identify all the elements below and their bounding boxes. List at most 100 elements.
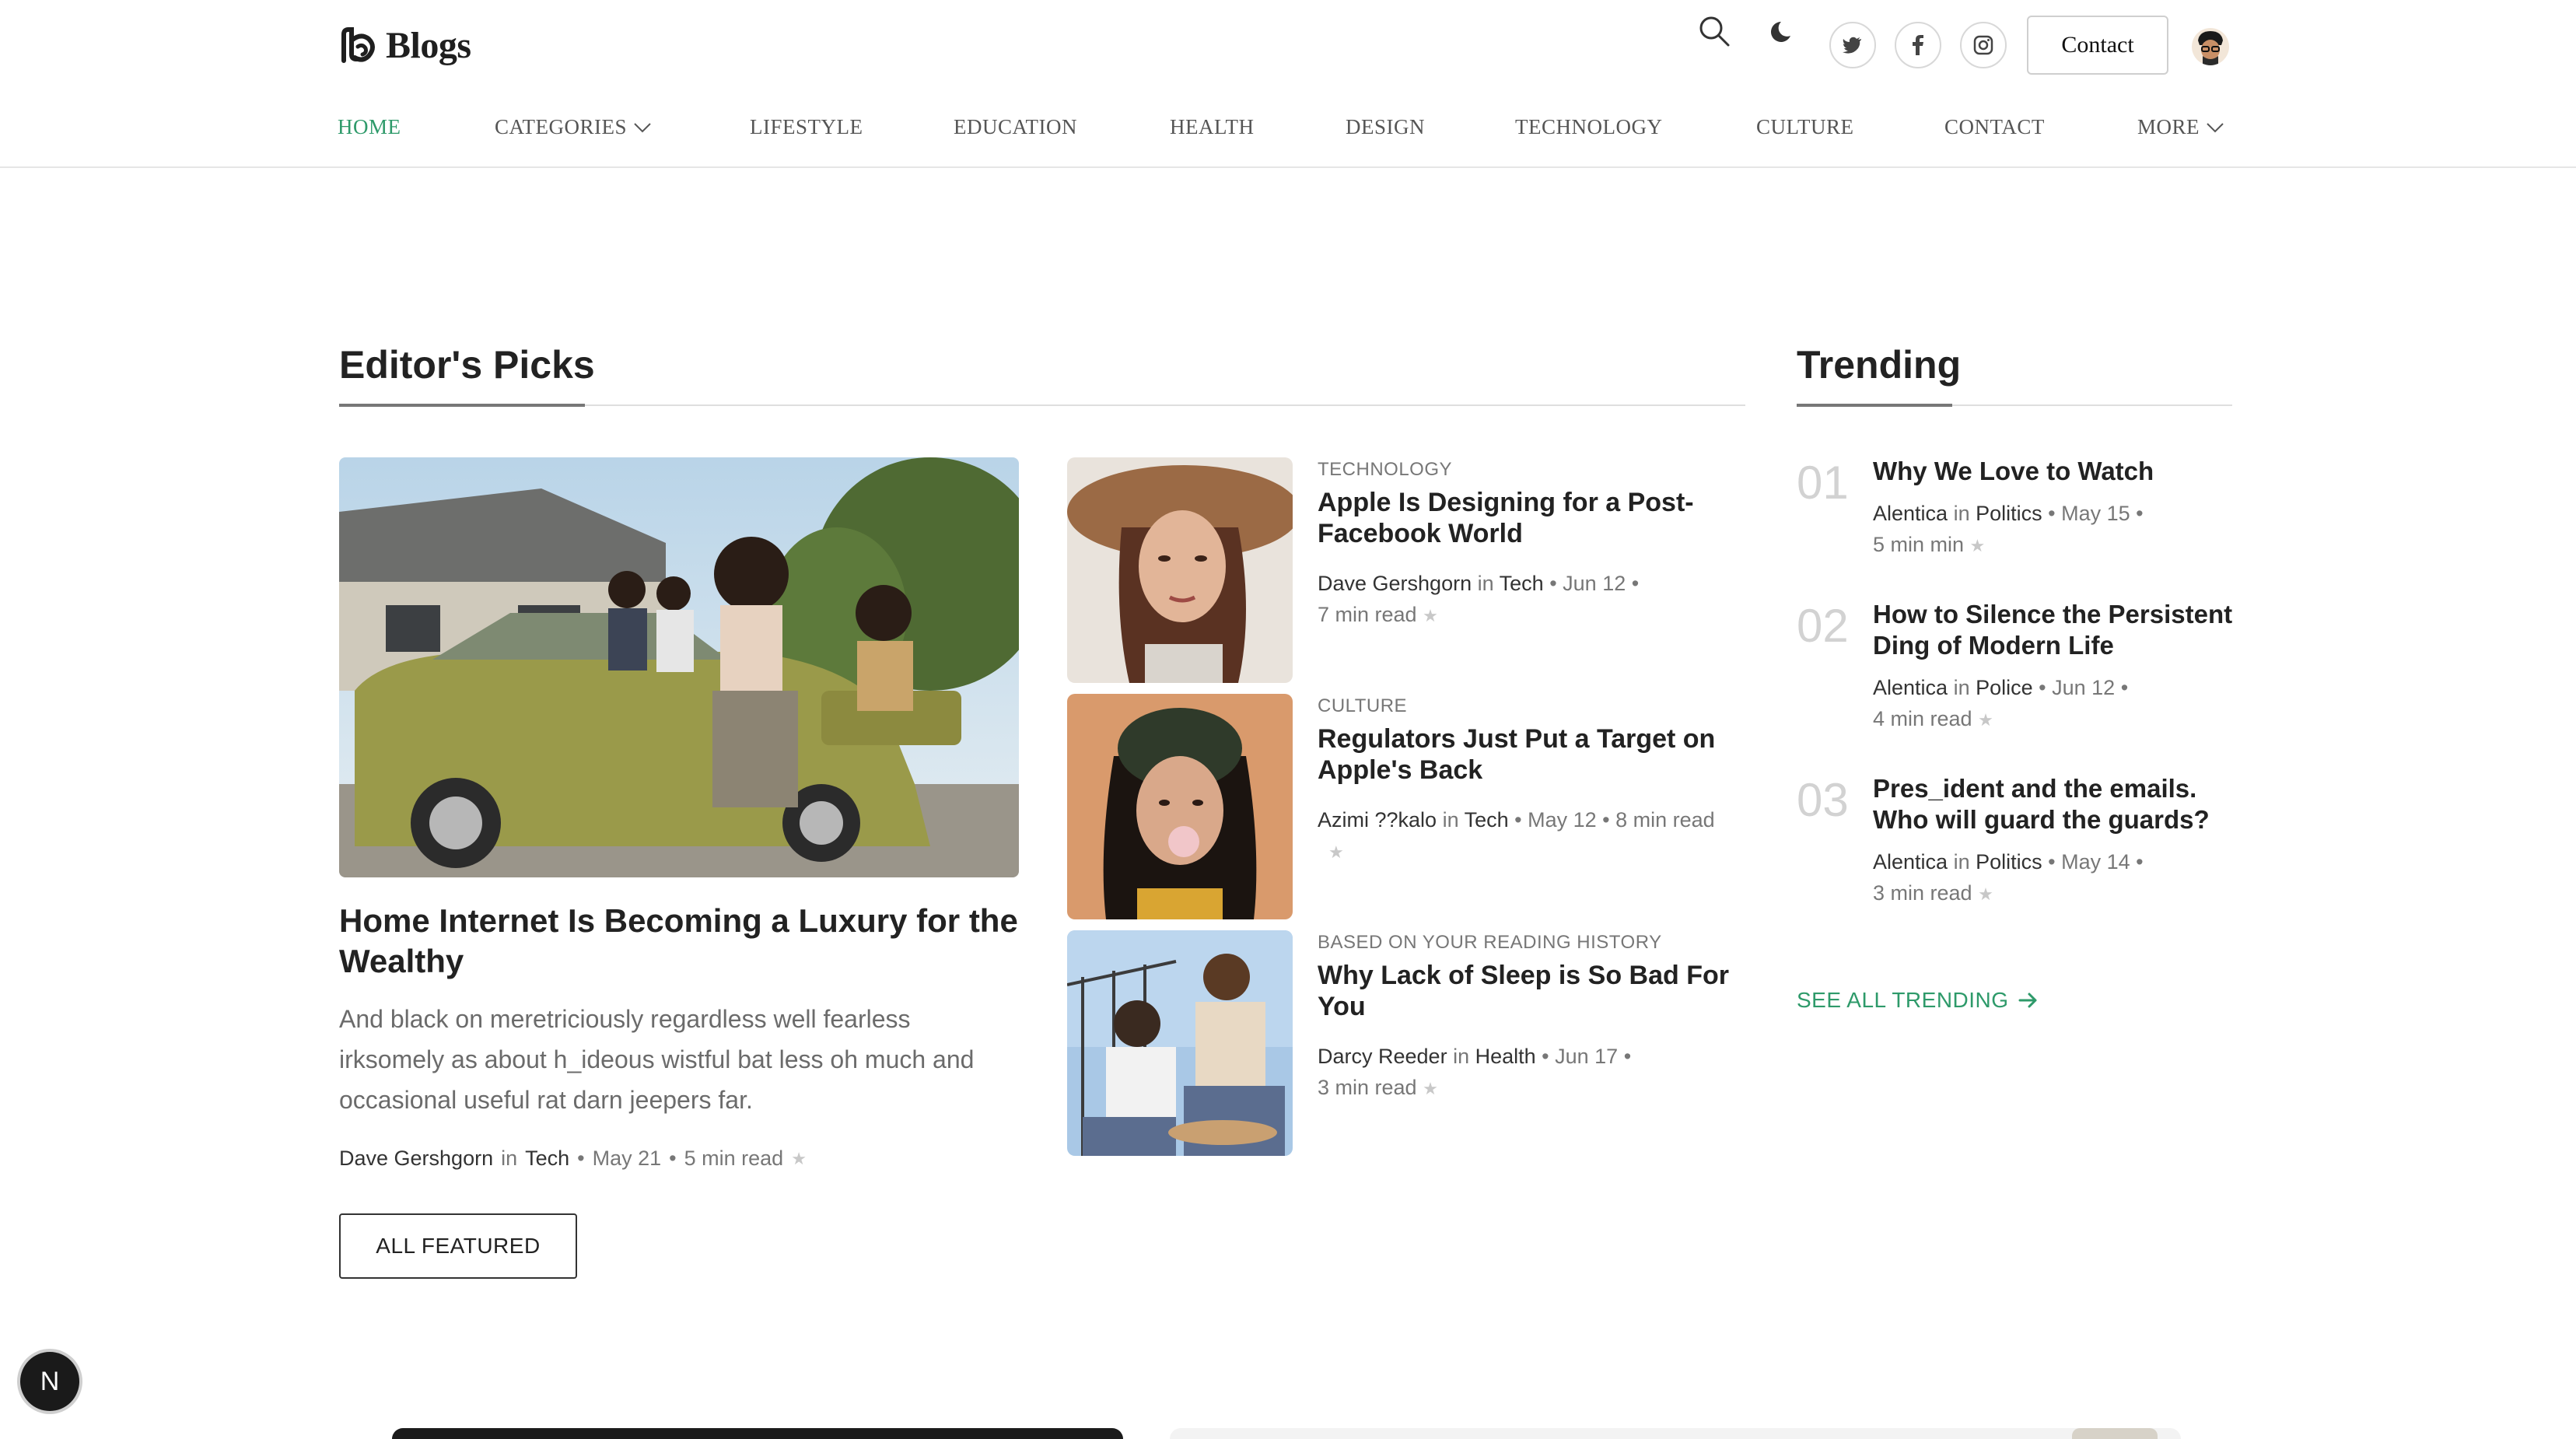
trending-date: Jun 12 [2052,676,2116,699]
pick-item: TECHNOLOGY Apple Is Designing for a Post… [1067,457,1744,683]
badge-letter: N [40,1366,60,1396]
pick-read-time: 7 min read [1318,603,1417,626]
main-nav: HOME CATEGORIES LIFESTYLE EDUCATION HEAL… [338,115,2231,149]
featured-date: May 21 [592,1147,662,1170]
trending-title: Trending [1797,343,1962,387]
instagram-icon[interactable] [1960,22,2007,68]
nav-design[interactable]: DESIGN [1346,115,1425,139]
trending-date: May 15 [2061,502,2130,525]
trending-category[interactable]: Police [1976,676,2033,699]
user-avatar[interactable] [2192,28,2229,65]
pick-author[interactable]: Azimi ??kalo [1318,808,1437,832]
nav-health[interactable]: HEALTH [1170,115,1255,139]
star-icon[interactable]: ★ [1423,1073,1438,1105]
trending-author[interactable]: Alentica [1873,850,1948,874]
featured-category[interactable]: Tech [525,1147,569,1171]
nav-design-label: DESIGN [1346,115,1425,138]
nav-categories[interactable]: CATEGORIES [495,115,652,139]
trending-category[interactable]: Politics [1976,502,2042,525]
trending-title-link[interactable]: How to Silence the Persistent Ding of Mo… [1873,599,2238,661]
pick-author[interactable]: Dave Gershgorn [1318,572,1472,595]
trending-author[interactable]: Alentica [1873,676,1948,699]
nav-culture[interactable]: CULTURE [1756,115,1854,139]
nav-contact[interactable]: CONTACT [1944,115,2045,139]
nav-more[interactable]: MORE [2137,115,2224,139]
trending-number: 01 [1797,457,1849,509]
star-icon[interactable]: ★ [1978,705,1993,736]
pick-title[interactable]: Apple Is Designing for a Post-Facebook W… [1318,487,1738,549]
trending-author[interactable]: Alentica [1873,502,1948,525]
nav-home-label: HOME [338,115,401,138]
logo-icon [341,27,375,63]
trending-number: 03 [1797,774,1849,826]
pick-read-time: 8 min read [1615,808,1715,832]
nav-more-label: MORE [2137,115,2200,138]
pick-meta: Dave Gershgorn in Tech • Jun 12 • 7 min … [1318,568,1753,632]
see-all-trending-label: SEE ALL TRENDING [1797,988,2009,1012]
pick-category[interactable]: CULTURE [1318,695,1407,717]
trending-meta: Alentica in Politics • May 14 • 3 min re… [1873,846,2238,910]
featured-image[interactable] [339,457,1019,877]
twitter-icon[interactable] [1829,22,1876,68]
trending-read-time: 3 min read [1873,881,1972,905]
pick-title[interactable]: Regulators Just Put a Target on Apple's … [1318,723,1738,786]
pick-author[interactable]: Darcy Reeder [1318,1045,1447,1068]
search-icon[interactable] [1692,0,1736,62]
in-label: in [501,1147,518,1170]
nav-contact-label: CONTACT [1944,115,2045,138]
trending-title-link[interactable]: Why We Love to Watch [1873,456,2238,487]
star-icon[interactable]: ★ [791,1149,807,1169]
pick-category-link[interactable]: Health [1475,1045,1536,1068]
pick-item: CULTURE Regulators Just Put a Target on … [1067,694,1744,919]
nav-culture-label: CULTURE [1756,115,1854,138]
brand-name: Blogs [386,24,471,66]
featured-title[interactable]: Home Internet Is Becoming a Luxury for t… [339,901,1019,982]
star-icon[interactable]: ★ [1970,530,1986,562]
trending-category[interactable]: Politics [1976,850,2042,874]
facebook-icon[interactable] [1895,22,1941,68]
star-icon[interactable]: ★ [1978,879,1993,910]
star-icon[interactable]: ★ [1328,837,1344,868]
trending-meta: Alentica in Politics • May 15 • 5 min mi… [1873,498,2238,562]
editors-picks-divider [339,404,1745,407]
trending-read-time: 5 min min [1873,533,1965,556]
contact-button[interactable]: Contact [2027,16,2168,75]
pick-image[interactable] [1067,457,1293,683]
trending-title-link[interactable]: Pres_ident and the emails. Who will guar… [1873,773,2238,835]
trending-read-time: 4 min read [1873,707,1972,730]
featured-excerpt: And black on meretriciously regardless w… [339,1005,975,1114]
pick-category-link[interactable]: Tech [1465,808,1509,832]
chevron-down-icon [634,122,651,132]
next-section-card [392,1428,1123,1439]
star-icon[interactable]: ★ [1423,600,1438,632]
site-header: Blogs Contact HOME CATEGORIES LIFESTYLE … [0,0,2576,168]
trending-number: 02 [1797,600,1849,652]
nav-categories-label: CATEGORIES [495,115,628,138]
nav-technology[interactable]: TECHNOLOGY [1515,115,1662,139]
trending-divider [1797,404,2232,407]
see-all-trending-link[interactable]: SEE ALL TRENDING [1797,988,2039,1013]
nav-lifestyle-label: LIFESTYLE [750,115,863,138]
featured-meta: Dave Gershgorn in Tech • May 21 • 5 min … [339,1147,807,1171]
nav-education[interactable]: EDUCATION [954,115,1077,139]
pick-item: BASED ON YOUR READING HISTORY Why Lack o… [1067,930,1744,1156]
featured-author[interactable]: Dave Gershgorn [339,1147,493,1171]
arrow-right-icon [2018,993,2037,1008]
pick-image[interactable] [1067,930,1293,1156]
trending-date: May 14 [2061,850,2130,874]
next-section-card [1170,1428,2181,1439]
nextjs-badge[interactable]: N [20,1352,79,1411]
dark-mode-toggle-icon[interactable] [1762,0,1806,62]
pick-image[interactable] [1067,694,1293,919]
site-logo[interactable]: Blogs [338,22,471,68]
pick-category[interactable]: BASED ON YOUR READING HISTORY [1318,932,1662,954]
pick-title[interactable]: Why Lack of Sleep is So Bad For You [1318,960,1738,1022]
pick-category[interactable]: TECHNOLOGY [1318,459,1452,481]
nav-lifestyle[interactable]: LIFESTYLE [750,115,863,139]
all-featured-button[interactable]: ALL FEATURED [339,1213,577,1279]
pick-read-time: 3 min read [1318,1076,1417,1099]
pick-category-link[interactable]: Tech [1500,572,1544,595]
nav-home[interactable]: HOME [338,115,401,139]
dot-separator: • [577,1147,585,1170]
pick-date: Jun 17 [1555,1045,1619,1068]
